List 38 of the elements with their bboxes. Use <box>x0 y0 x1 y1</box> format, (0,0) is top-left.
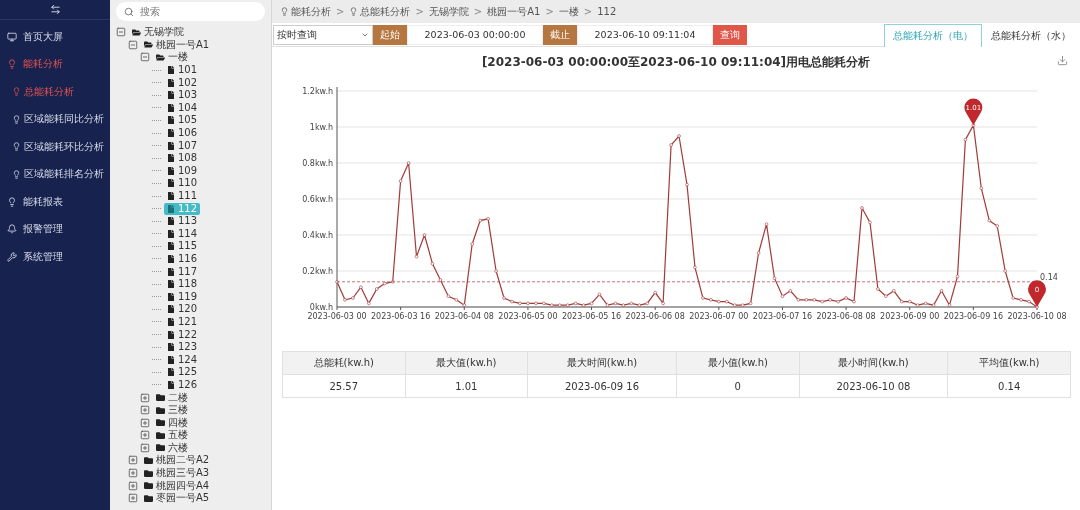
axis-label: 2023-06-10 08 <box>1007 312 1067 321</box>
axis-label: 2023-06-03 00 <box>307 312 367 321</box>
axis-label: 2023-06-09 16 <box>943 312 1003 321</box>
table-cell: 1.01 <box>405 374 528 398</box>
table-cell: 0 <box>676 374 799 398</box>
axis-label: 2023-06-05 00 <box>498 312 558 321</box>
separator: > <box>545 6 554 17</box>
table-cell: 2023-06-10 08 <box>799 374 948 398</box>
axis-label: 0kw.h <box>309 303 333 312</box>
chart-title: [2023-06-03 00:00:00至2023-06-10 09:11:04]用电总能耗分析 <box>481 53 871 71</box>
separator: > <box>473 6 483 17</box>
axis-label: 1kw.h <box>309 123 333 132</box>
axis-label: 2023-06-07 00 <box>689 312 749 321</box>
table-cell: 25.57 <box>282 374 406 398</box>
column-header: 平均值(kw.h) <box>947 351 1071 375</box>
separator: > <box>415 6 424 17</box>
table-cell: 2023-06-09 16 <box>527 374 677 398</box>
axis-label: 2023-06-03 16 <box>371 312 431 321</box>
axis-label: 2023-06-08 08 <box>816 312 876 321</box>
axis-label: 2023-06-09 00 <box>880 312 940 321</box>
column-header: 最大时间(kw.h) <box>527 351 677 375</box>
average-label: 0.14 <box>1040 272 1058 282</box>
axis-label: 0.8kw.h <box>302 159 333 168</box>
column-header: 最小时间(kw.h) <box>799 351 948 375</box>
axis-label: 0.6kw.h <box>302 195 333 204</box>
axis-label: 0.4kw.h <box>302 231 333 240</box>
separator: > <box>583 6 593 17</box>
column-header: 最大值(kw.h) <box>405 351 528 375</box>
axis-label: 1.2kw.h <box>302 87 333 96</box>
axis-label: 2023-06-04 08 <box>434 312 494 321</box>
axis-label: 2023-06-05 16 <box>561 312 622 321</box>
axis-label: 2023-06-07 16 <box>752 312 813 321</box>
separator: > <box>336 6 345 17</box>
axis-label: 0.2kw.h <box>302 267 333 276</box>
axis-label: 2023-06-06 08 <box>625 312 685 321</box>
column-header: 总能耗(kw.h) <box>282 351 406 375</box>
column-header: 最小值(kw.h) <box>676 351 799 375</box>
table-cell: 0.14 <box>947 374 1071 398</box>
